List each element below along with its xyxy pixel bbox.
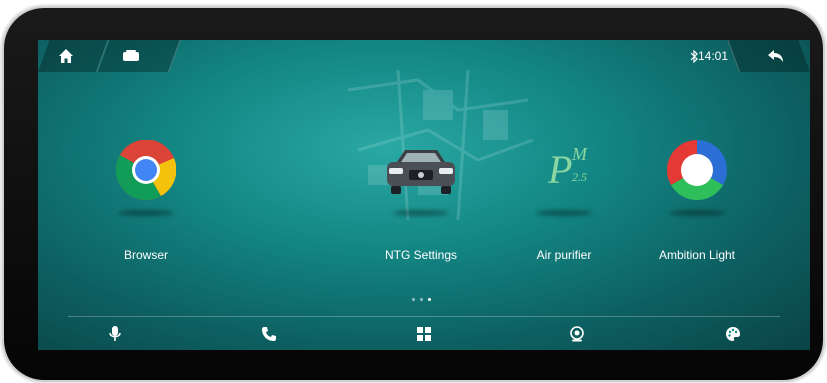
color-ring-icon xyxy=(666,140,728,201)
phone-icon[interactable] xyxy=(260,325,278,343)
chrome-icon xyxy=(115,139,177,201)
app-ambition-light[interactable]: Ambition Light xyxy=(637,140,757,270)
app-ntg-settings[interactable]: NTG Settings xyxy=(361,140,481,270)
pm25-icon: P M 2.5 xyxy=(534,140,594,200)
icon-shadow xyxy=(669,210,725,216)
page-indicator xyxy=(412,298,431,301)
pm-sup-letter: M xyxy=(572,144,587,164)
app-label: Air purifier xyxy=(536,248,592,262)
microphone-icon[interactable] xyxy=(106,325,124,343)
app-air-purifier[interactable]: P M 2.5 Air purifier xyxy=(504,140,624,270)
car-icon xyxy=(383,146,459,202)
clock: 14:01 xyxy=(698,49,729,63)
pm-big-letter: P xyxy=(548,147,573,192)
home-screen: 14:01 Browser NTG Settings P M 2.5 Air p… xyxy=(38,40,810,350)
palette-icon[interactable] xyxy=(724,325,742,343)
bottom-dock xyxy=(38,317,810,350)
bluetooth-icon xyxy=(690,50,698,63)
page-dot[interactable] xyxy=(412,298,415,301)
apps-card-icon[interactable] xyxy=(122,48,140,64)
icon-shadow xyxy=(393,210,449,216)
top-bar: 14:01 xyxy=(38,40,810,72)
pm-sub-text: 2.5 xyxy=(572,170,587,184)
home-icon[interactable] xyxy=(56,46,76,66)
app-label: Browser xyxy=(123,248,168,262)
icon-shadow xyxy=(118,210,174,216)
app-browser[interactable]: Browser xyxy=(86,139,206,270)
app-label: Ambition Light xyxy=(658,248,736,262)
camera-icon[interactable] xyxy=(568,325,586,343)
grid-icon[interactable] xyxy=(415,325,433,343)
back-arrow-icon[interactable] xyxy=(766,46,786,66)
icon-shadow xyxy=(536,210,592,216)
page-dot[interactable] xyxy=(428,298,431,301)
app-label: NTG Settings xyxy=(384,248,458,262)
page-dot[interactable] xyxy=(420,298,423,301)
